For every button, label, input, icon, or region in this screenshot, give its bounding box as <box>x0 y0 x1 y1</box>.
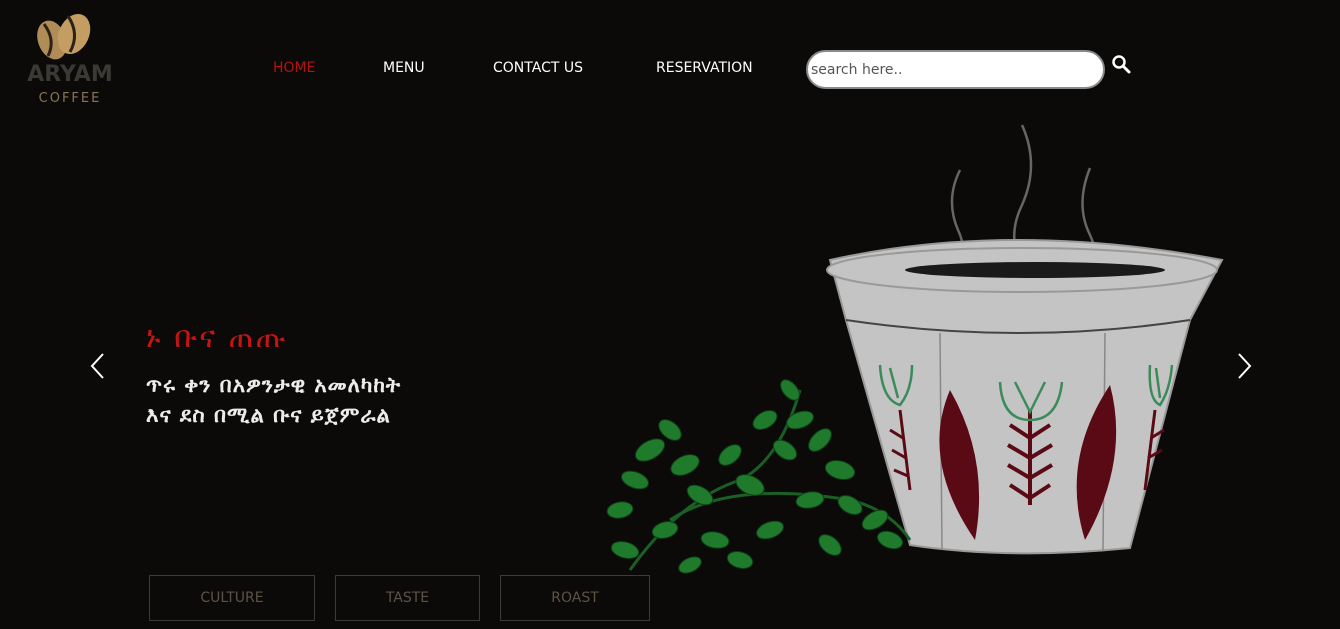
rue-plant-icon <box>606 379 912 574</box>
hero-title: ኑ ቡና ጠጡ <box>146 320 288 355</box>
logo-subtitle: COFFEE <box>38 91 102 106</box>
coffee-beans-icon <box>37 13 91 60</box>
nav-contact-us[interactable]: CONTACT US <box>493 60 583 76</box>
nav-menu[interactable]: MENU <box>383 60 425 76</box>
hero-tagline-line-1: ጥሩ ቀን በአዎንታዊ አመለካከት <box>146 372 402 397</box>
nav-reservation[interactable]: RESERVATION <box>656 60 753 76</box>
search-icon <box>1112 55 1131 74</box>
coffee-cup-icon <box>826 239 1224 555</box>
logo-wordmark: ARYAM <box>27 62 113 87</box>
tab-roast[interactable]: ROAST <box>500 575 650 621</box>
chevron-left-icon <box>90 353 104 379</box>
logo[interactable]: ARYAM COFFEE <box>14 10 124 110</box>
nav-home[interactable]: HOME <box>273 60 315 76</box>
hero-illustration <box>606 124 1224 574</box>
tab-culture[interactable]: CULTURE <box>149 575 315 621</box>
search-button[interactable] <box>1111 54 1133 76</box>
search-input[interactable] <box>806 50 1105 89</box>
carousel-prev-button[interactable] <box>88 350 108 382</box>
hero-tagline-line-2: እና ደስ በሚል ቡና ይጀምራል <box>146 402 391 427</box>
tab-taste[interactable]: TASTE <box>335 575 480 621</box>
